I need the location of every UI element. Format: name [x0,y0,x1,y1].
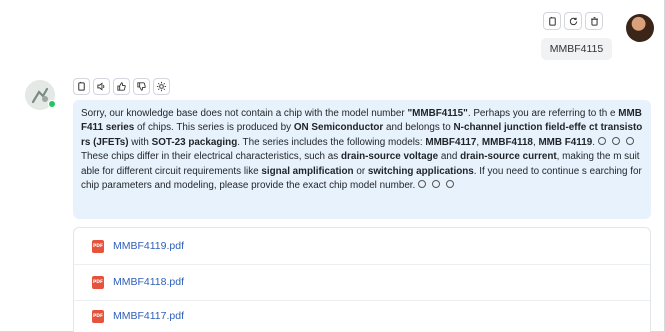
refresh-icon[interactable] [564,12,582,30]
answer-text: . The series includes the following mode… [237,136,426,148]
trash-icon[interactable] [585,12,603,30]
answer-emphasis: "MMBF4115" [407,108,468,119]
speaker-icon[interactable] [93,78,110,95]
divider [74,300,650,301]
sparkle-icon[interactable] [153,78,170,95]
pdf-icon: PDF [92,309,104,323]
answer-emphasis: ON Semiconductor [293,122,384,134]
attachment-item[interactable]: PDF MMBF4118.pdf [92,274,184,290]
copy-icon[interactable] [543,12,561,30]
answer-text: and belongs to [383,122,454,134]
attachment-name[interactable]: MMBF4119.pdf [113,240,184,252]
answer-text: of chips. This series is produced by [134,122,294,134]
reference-marker-icon[interactable] [625,136,634,145]
answer-text: . [592,136,595,148]
answer-text: . Perhaps you are referring to th e [467,108,619,119]
pdf-icon: PDF [92,239,104,253]
reference-marker-icon[interactable] [597,136,606,145]
attachment-list: PDF MMBF4119.pdf PDF MMBF4118.pdf PDF MM… [73,227,651,332]
answer-emphasis: MMB F4119 [538,136,593,148]
divider [74,264,650,265]
online-status-dot [48,100,56,108]
answer-emphasis: SOT-23 packaging [151,136,238,148]
answer-emphasis: MMBF4117 [425,136,477,148]
attachment-item[interactable]: PDF MMBF4119.pdf [92,238,184,254]
answer-emphasis: signal amplification [261,165,354,177]
answer-text: Sorry, our knowledge base does not conta… [81,108,408,119]
answer-text: with [128,136,152,148]
assistant-message-toolbar [73,78,170,95]
answer-emphasis: drain-source current [460,151,557,163]
assistant-answer: Sorry, our knowledge base does not conta… [73,100,651,219]
attachment-item[interactable]: PDF MMBF4117.pdf [92,308,184,324]
copy-icon[interactable] [73,78,90,95]
user-avatar [626,14,654,42]
thumbs-down-icon[interactable] [133,78,150,95]
pdf-icon: PDF [92,275,104,289]
answer-text: These chips differ in their electrical c… [81,151,341,163]
answer-emphasis: drain-source voltage [340,151,439,163]
thumbs-up-icon[interactable] [113,78,130,95]
user-message-bubble: MMBF4115 [541,38,612,60]
answer-text: or [353,165,368,177]
reference-marker-icon[interactable] [418,180,427,189]
answer-emphasis: MMBF4118 [481,136,533,148]
user-message-toolbar [543,12,603,30]
reference-marker-icon[interactable] [432,180,441,189]
reference-marker-icon[interactable] [446,180,455,189]
reference-marker-icon[interactable] [611,136,620,145]
attachment-name[interactable]: MMBF4118.pdf [113,276,184,288]
attachment-name[interactable]: MMBF4117.pdf [113,310,184,322]
answer-text: and [438,151,461,163]
answer-emphasis: switching applications [367,165,474,177]
